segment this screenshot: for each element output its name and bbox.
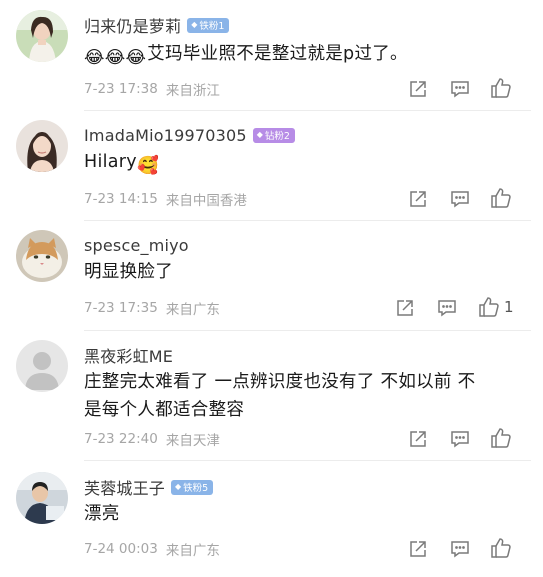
location: 来自天津 <box>165 433 220 449</box>
reply-button[interactable] <box>437 297 457 319</box>
share-icon <box>397 300 413 316</box>
share-icon <box>410 81 426 97</box>
username[interactable]: ImadaMio19970305 <box>84 126 247 145</box>
like-button[interactable]: 1 <box>478 296 514 318</box>
comment-icon <box>438 300 456 317</box>
reply-button[interactable] <box>450 78 470 100</box>
comment-text: 漂亮 <box>84 504 120 524</box>
comment-text: Hilary🥰 <box>84 148 524 180</box>
comment-header: 黑夜彩虹ME <box>84 344 173 366</box>
username[interactable]: spesce_miyo <box>84 236 189 255</box>
diamond-icon: ◆ <box>191 20 198 29</box>
reply-button[interactable] <box>450 538 470 560</box>
thumb-up-icon <box>491 538 511 558</box>
comment-item: 归来仍是萝莉 ◆ 铁粉1 😂😂😂艾玛毕业照不是整过就是p过了。 7-23 17:… <box>0 10 543 110</box>
comment-icon <box>451 431 469 448</box>
avatar[interactable] <box>16 120 68 172</box>
location: 来自广东 <box>165 543 220 559</box>
share-button[interactable] <box>408 538 428 560</box>
thumb-up-icon <box>491 428 511 448</box>
comment-meta: 7-23 14:15 来自中国香港 <box>84 188 247 210</box>
divider <box>84 220 531 221</box>
comment-icon <box>451 81 469 98</box>
username[interactable]: 芙蓉城王子 <box>84 475 165 499</box>
fan-badge: ◆ 钻粉2 <box>252 127 295 143</box>
thumb-up-icon <box>491 78 511 98</box>
timestamp: 7-24 00:03 <box>84 541 158 557</box>
comment-header: 归来仍是萝莉 ◆ 铁粉1 <box>84 13 230 37</box>
share-button[interactable] <box>395 297 415 319</box>
comment-text: 庄整完太难看了 一点辨识度也没有了 不如以前 不 是每个人都适合整容 <box>84 372 476 420</box>
reply-button[interactable] <box>450 188 470 210</box>
like-button[interactable] <box>490 187 512 209</box>
divider <box>84 330 531 331</box>
comment-item: ImadaMio19970305 ◆ 钻粉2 Hilary🥰 7-23 14:1… <box>0 120 543 220</box>
like-button[interactable] <box>490 537 512 559</box>
avatar[interactable] <box>16 230 68 282</box>
share-icon <box>410 431 426 447</box>
comment-text: 😂😂😂艾玛毕业照不是整过就是p过了。 <box>84 40 524 72</box>
comment-meta: 7-23 17:35 来自广东 <box>84 297 220 319</box>
location: 来自浙江 <box>165 83 220 99</box>
share-button[interactable] <box>408 188 428 210</box>
thumb-up-icon <box>491 188 511 208</box>
comment-header: 芙蓉城王子 ◆ 铁粉5 <box>84 475 214 499</box>
share-icon <box>410 541 426 557</box>
comment-item: spesce_miyo 明显换脸了 7-23 17:35 来自广东 1 <box>0 230 543 330</box>
like-count: 1 <box>504 298 514 316</box>
share-button[interactable] <box>408 78 428 100</box>
username[interactable]: 黑夜彩虹ME <box>84 343 173 367</box>
avatar[interactable] <box>16 10 68 62</box>
comment-header: spesce_miyo <box>84 234 189 256</box>
diamond-icon: ◆ <box>256 130 263 139</box>
comment-item: 黑夜彩虹ME 庄整完太难看了 一点辨识度也没有了 不如以前 不 是每个人都适合整… <box>0 340 543 460</box>
reply-button[interactable] <box>450 428 470 450</box>
location: 来自广东 <box>165 302 220 318</box>
smiling-hearts-emoji-icon: 🥰 <box>136 156 160 176</box>
comment-header: ImadaMio19970305 ◆ 钻粉2 <box>84 124 295 146</box>
location: 来自中国香港 <box>165 193 247 209</box>
like-button[interactable] <box>490 77 512 99</box>
fan-badge: ◆ 铁粉5 <box>171 479 214 495</box>
diamond-icon: ◆ <box>175 482 182 491</box>
username[interactable]: 归来仍是萝莉 <box>84 13 181 37</box>
timestamp: 7-23 14:15 <box>84 191 158 207</box>
comment-meta: 7-24 00:03 来自广东 <box>84 538 220 560</box>
divider <box>84 460 531 461</box>
thumb-up-icon <box>479 297 499 317</box>
comment-icon <box>451 191 469 208</box>
comment-meta: 7-23 22:40 来自天津 <box>84 428 220 450</box>
share-button[interactable] <box>408 428 428 450</box>
comment-meta: 7-23 17:38 来自浙江 <box>84 78 220 100</box>
timestamp: 7-23 17:38 <box>84 81 158 97</box>
comment-feed: 归来仍是萝莉 ◆ 铁粉1 😂😂😂艾玛毕业照不是整过就是p过了。 7-23 17:… <box>0 0 543 577</box>
comment-item: 芙蓉城王子 ◆ 铁粉5 漂亮 7-24 00:03 来自广东 <box>0 472 543 572</box>
divider <box>84 110 531 111</box>
like-button[interactable] <box>490 427 512 449</box>
timestamp: 7-23 22:40 <box>84 431 158 447</box>
timestamp: 7-23 17:35 <box>84 300 158 316</box>
fan-badge: ◆ 铁粉1 <box>187 17 230 33</box>
comment-icon <box>451 541 469 558</box>
laughing-emoji-icon: 😂😂😂 <box>84 48 147 68</box>
avatar[interactable] <box>16 340 68 392</box>
share-icon <box>410 191 426 207</box>
avatar[interactable] <box>16 472 68 524</box>
comment-text: 明显换脸了 <box>84 262 173 282</box>
